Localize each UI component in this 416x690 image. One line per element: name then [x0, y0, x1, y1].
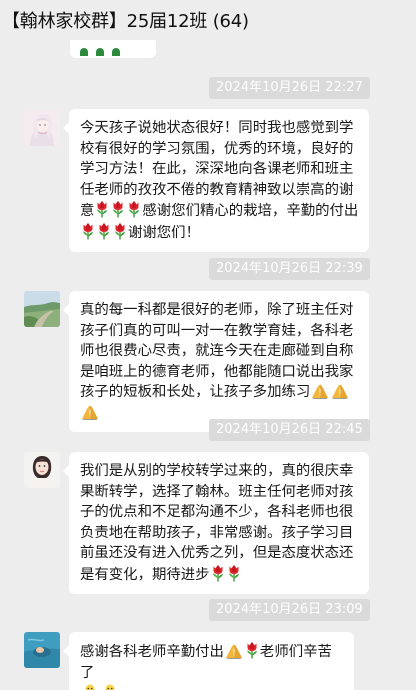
message-text: 感谢各科老师辛勤付出	[80, 644, 224, 660]
pray-emoji	[311, 383, 329, 399]
tulip-emoji	[211, 564, 225, 582]
chick-emoji	[101, 683, 119, 690]
avatar-woman-portrait[interactable]	[24, 452, 60, 488]
tulip-emoji	[127, 200, 141, 218]
pray-emoji	[225, 643, 243, 659]
message-timestamp: 2024年10月26日 22:27	[209, 77, 370, 99]
message-bubble[interactable]: 今天孩子说她状态很好！同时我也感觉到学校有很好的学习氛围，优秀的环境，良好的学习…	[63, 109, 369, 252]
tulip-emoji	[95, 200, 109, 218]
tulip-emoji	[97, 222, 111, 240]
chat-header: 【翰林家校群】25届12班 (64)	[0, 0, 416, 40]
message-timestamp: 2024年10月26日 23:09	[209, 599, 370, 621]
avatar-water[interactable]	[24, 632, 60, 668]
message-text: 谢谢您们！	[128, 224, 200, 241]
message-timestamp: 2024年10月26日 22:45	[209, 419, 370, 441]
chat-area[interactable]: 2024年10月26日 22:27 今天孩子说她状态很好！同时我也感觉到学校有很…	[0, 0, 416, 690]
tulip-emoji	[81, 222, 95, 240]
chat-title: 【翰林家校群】25届12班 (64)	[2, 11, 249, 32]
tulip-emoji	[111, 200, 125, 218]
message-bubble[interactable]: 我们是从别的学校转学过来的，真的很庆幸果断转学，选择了翰林。班主任何老师对孩子的…	[63, 452, 369, 594]
pray-emoji	[81, 404, 99, 420]
message-bubble[interactable]: 感谢各科老师辛勤付出 老师们辛苦了	[63, 632, 354, 690]
tulip-emoji	[113, 222, 127, 240]
avatar-landscape[interactable]	[24, 291, 60, 327]
message-timestamp: 2024年10月26日 22:39	[209, 258, 370, 280]
tulip-emoji	[245, 641, 259, 659]
pray-emoji	[331, 383, 349, 399]
chick-emoji	[81, 683, 99, 690]
avatar-anime-girl[interactable]	[24, 110, 60, 146]
message-bubble[interactable]: 真的每一科都是很好的老师，除了班主任对孩子们真的可叫一对一在教学育娃，各科老师也…	[63, 291, 369, 432]
tulip-emoji	[227, 564, 241, 582]
message-text: 感谢您们精心的栽培，辛勤的付出	[142, 203, 359, 219]
